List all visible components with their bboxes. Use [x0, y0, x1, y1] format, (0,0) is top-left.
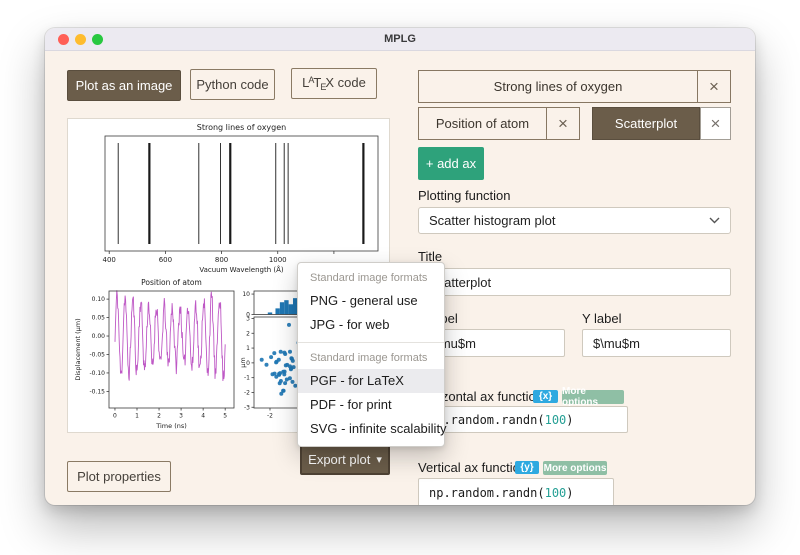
- svg-text:Time (ns): Time (ns): [155, 422, 187, 430]
- menu-item-png[interactable]: PNG - general use: [298, 289, 444, 313]
- svg-text:1: 1: [246, 345, 250, 352]
- code-text: ): [566, 412, 574, 427]
- more-options-button-horizontal[interactable]: More options: [562, 386, 624, 408]
- svg-text:10: 10: [242, 291, 250, 298]
- ax-tab-label: Position of atom: [435, 116, 530, 131]
- svg-text:600: 600: [159, 256, 172, 264]
- svg-text:-2: -2: [267, 413, 273, 420]
- svg-text:Displacement (µm): Displacement (µm): [74, 318, 82, 380]
- y-label-input[interactable]: $\mu$m: [582, 329, 731, 357]
- svg-text:-1: -1: [244, 375, 250, 382]
- svg-text:-0.15: -0.15: [89, 388, 105, 395]
- svg-text:0.00: 0.00: [92, 333, 106, 340]
- svg-text:4: 4: [201, 413, 205, 420]
- svg-text:µm: µm: [239, 357, 247, 367]
- menu-divider: [298, 342, 444, 343]
- traffic-light-zoom-icon[interactable]: [92, 34, 103, 45]
- screen: MPLG Plot as an image Python code LATEX …: [0, 0, 800, 555]
- latex-label-rest: code: [334, 75, 366, 90]
- code-number: 100: [544, 486, 567, 500]
- export-plot-label: Export plot: [308, 452, 371, 467]
- svg-text:-0.05: -0.05: [89, 351, 105, 358]
- app-window: MPLG Plot as an image Python code LATEX …: [45, 28, 755, 505]
- svg-text:-2: -2: [244, 389, 250, 396]
- menu-group-header: Standard image formats: [310, 352, 428, 364]
- svg-text:-3: -3: [244, 404, 250, 411]
- ax-tab-scatterplot-active[interactable]: Scatterplot: [592, 107, 700, 140]
- latex-code-button[interactable]: LATEX code: [291, 68, 377, 99]
- plot-properties-button[interactable]: Plot properties: [67, 461, 171, 492]
- code-text: np.random.randn(: [429, 486, 545, 500]
- x-variable-badge: {x}: [533, 390, 558, 403]
- svg-text:Strong lines of oxygen: Strong lines of oxygen: [197, 123, 287, 132]
- plot-as-image-button[interactable]: Plot as an image: [67, 70, 181, 101]
- plot-as-image-label: Plot as an image: [75, 78, 173, 93]
- add-ax-label: + add ax: [425, 156, 477, 171]
- ax-tab-strong-lines[interactable]: Strong lines of oxygen ×: [418, 70, 731, 103]
- window-titlebar[interactable]: MPLG: [45, 28, 755, 51]
- close-glyph: ×: [710, 113, 721, 133]
- menu-item-svg[interactable]: SVG - infinite scalability: [298, 417, 447, 441]
- ax-tab-label: Scatterplot: [614, 116, 678, 131]
- close-ax-icon[interactable]: ×: [700, 107, 731, 140]
- svg-text:5: 5: [223, 413, 227, 420]
- title-input[interactable]: Scatterplot: [418, 268, 731, 296]
- export-plot-button[interactable]: Export plot ▾: [300, 444, 390, 475]
- svg-text:1000: 1000: [269, 256, 287, 264]
- latex-logo: LATEX code: [302, 75, 366, 92]
- svg-text:3: 3: [179, 413, 183, 420]
- ax-tab-label: Strong lines of oxygen: [493, 79, 623, 94]
- menu-group-header: Standard image formats: [310, 272, 428, 284]
- svg-text:2: 2: [157, 413, 161, 420]
- svg-text:0: 0: [113, 413, 117, 420]
- chevron-down-icon: [709, 217, 720, 224]
- svg-text:2: 2: [246, 330, 250, 337]
- horizontal-ax-function-input[interactable]: np.random.randn(100): [418, 406, 628, 433]
- svg-text:400: 400: [103, 256, 116, 264]
- svg-text:1: 1: [135, 413, 139, 420]
- svg-text:Vacuum Wavelength (Å): Vacuum Wavelength (Å): [199, 265, 284, 274]
- svg-text:0.05: 0.05: [92, 315, 106, 322]
- plotting-function-value: Scatter histogram plot: [429, 213, 556, 228]
- svg-text:Position of atom: Position of atom: [141, 278, 202, 287]
- code-text: ): [566, 486, 574, 500]
- y-label-label: Y label: [582, 311, 622, 326]
- python-code-label: Python code: [196, 77, 269, 92]
- vertical-ax-function-input[interactable]: np.random.randn(100): [418, 478, 614, 505]
- svg-text:-0.10: -0.10: [89, 370, 105, 377]
- close-ax-icon[interactable]: ×: [697, 71, 730, 102]
- latex-letter: X: [325, 75, 335, 90]
- svg-text:800: 800: [215, 256, 228, 264]
- traffic-light-close-icon[interactable]: [58, 34, 69, 45]
- menu-item-jpg[interactable]: JPG - for web: [298, 313, 444, 337]
- menu-item-pgf[interactable]: PGF - for LaTeX: [298, 369, 444, 393]
- plot-properties-label: Plot properties: [77, 469, 161, 484]
- y-variable-badge: {y}: [515, 461, 539, 474]
- traffic-light-minimize-icon[interactable]: [75, 34, 86, 45]
- svg-text:3: 3: [246, 315, 250, 322]
- window-title: MPLG: [384, 33, 416, 45]
- ax-tab-position-of-atom[interactable]: Position of atom ×: [418, 107, 580, 140]
- menu-item-pdf[interactable]: PDF - for print: [298, 393, 444, 417]
- y-label-value: $\mu$m: [593, 335, 640, 351]
- caret-down-icon: ▾: [376, 454, 382, 466]
- svg-text:0.10: 0.10: [92, 296, 106, 303]
- more-options-button-vertical[interactable]: More options: [543, 461, 607, 475]
- code-number: 100: [544, 412, 567, 427]
- plotting-function-label: Plotting function: [418, 188, 511, 203]
- add-ax-button[interactable]: + add ax: [418, 147, 484, 180]
- python-code-button[interactable]: Python code: [190, 69, 275, 100]
- vertical-ax-function-label: Vertical ax function: [418, 460, 528, 475]
- export-format-menu: Standard image formats PNG - general use…: [297, 262, 447, 447]
- close-ax-icon[interactable]: ×: [546, 108, 579, 139]
- plotting-function-select[interactable]: Scatter histogram plot: [418, 207, 731, 234]
